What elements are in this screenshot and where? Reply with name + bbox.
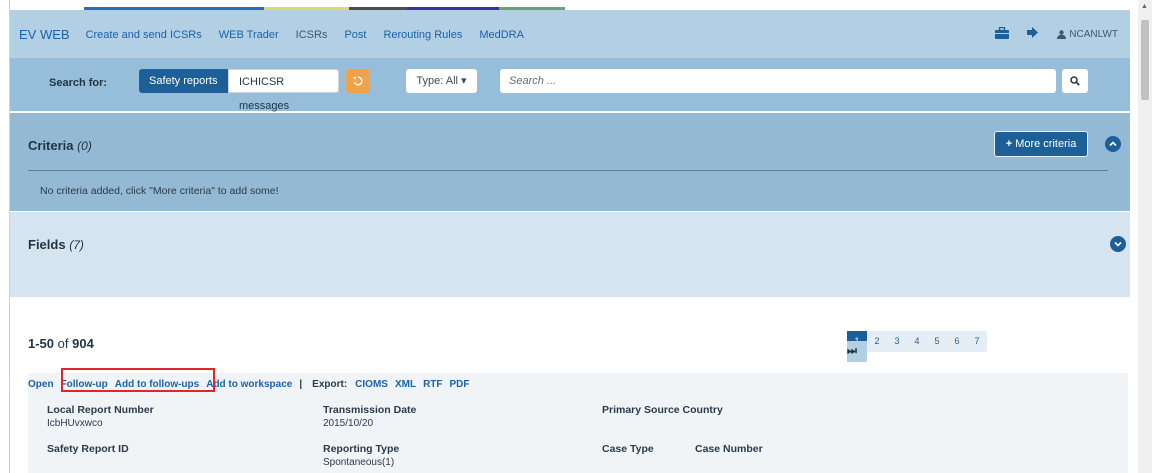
page-2[interactable]: 2 [867,331,887,352]
reporting-type-label: Reporting Type [323,443,400,455]
export-cioms[interactable]: CIOMS [355,379,388,390]
export-rtf[interactable]: RTF [423,379,442,390]
collapse-criteria-button[interactable] [1105,136,1121,152]
fields-panel: Fields (7) [10,212,1130,297]
nav-create-send-icsrs[interactable]: Create and send ICSRs [86,28,202,41]
page-4[interactable]: 4 [907,331,927,352]
export-pdf[interactable]: PDF [450,379,470,390]
chevron-up-icon [1109,141,1117,147]
nav-post[interactable]: Post [344,28,366,41]
criteria-title: Criteria (0) [28,138,92,153]
nav-meddra[interactable]: MedDRA [479,28,524,41]
pagination: ⏮ ❮ 1 2 3 4 5 6 7 ❯ ⏭ [847,331,987,362]
result-of: of [57,336,69,351]
result-total: 904 [72,336,94,351]
primary-source-country-field: Primary Source Country [602,404,723,416]
search-icon [1070,76,1080,86]
search-button[interactable] [1062,69,1088,93]
transmission-date-value: 2015/10/20 [323,418,374,429]
add-to-workspace-action[interactable]: Add to workspace [206,379,292,390]
primary-source-country-label: Primary Source Country [602,404,723,416]
more-criteria-label: More criteria [1015,138,1077,150]
search-bar: Search for: Safety reports ICHICSR messa… [10,58,1130,112]
caret-down-icon: ▾ [461,75,467,87]
reporting-type-field: Reporting Type Spontaneous(1) [323,443,399,468]
safety-report-id-label: Safety Report ID [47,443,129,455]
last-page-button[interactable]: ⏭ [847,341,867,362]
open-action[interactable]: Open [28,379,54,390]
page-6[interactable]: 6 [947,331,967,352]
expand-fields-button[interactable] [1110,236,1126,252]
page-5[interactable]: 5 [927,331,947,352]
case-type-field: Case Type [602,443,654,455]
refresh-icon [353,76,363,86]
local-report-number-value: IcbHUvxwco [47,418,103,429]
app-frame: EV WEB Create and send ICSRs WEB Trader … [9,0,1130,473]
fields-title: Fields (7) [28,237,84,252]
plus-icon: + [1005,138,1013,150]
case-type-label: Case Type [602,443,654,455]
user-menu[interactable]: NCANLWT [1057,29,1118,40]
nav-icsrs[interactable]: ICSRs [296,28,328,41]
reporting-type-value: Spontaneous(1) [323,457,395,468]
nav-rerouting-rules[interactable]: Rerouting Rules [383,28,462,41]
transmission-date-field: Transmission Date 2015/10/20 [323,404,416,429]
criteria-divider [28,170,1108,171]
local-report-number-field: Local Report Number IcbHUvxwco [47,404,154,429]
local-report-number-label: Local Report Number [47,404,154,416]
fields-title-text: Fields [28,237,66,252]
scroll-up-icon[interactable]: ▲ [1141,3,1148,10]
nav-web-trader[interactable]: WEB Trader [219,28,279,41]
brand-link[interactable]: EV WEB [19,27,70,42]
criteria-panel: Criteria (0) + More criteria No criteria… [10,113,1130,211]
chevron-down-icon [1114,241,1122,247]
page-scrollbar[interactable]: ▲ [1138,0,1152,473]
result-range: 1-50 [28,336,55,351]
scrollbar-thumb[interactable] [1141,20,1149,100]
action-separator: | [299,378,303,390]
logout-icon[interactable] [1027,27,1039,41]
nav-right-tools: NCANLWT [995,10,1118,58]
result-count: 1-50 of 904 [28,336,94,351]
ichicsr-messages-toggle[interactable]: ICHICSR messages [228,69,339,112]
follow-up-highlight-box [61,368,215,392]
page-7[interactable]: 7 [967,331,987,352]
user-icon [1057,29,1067,39]
safety-reports-toggle[interactable]: Safety reports [139,69,228,93]
safety-report-id-field: Safety Report ID [47,443,129,455]
type-select-label: Type: All [416,75,458,87]
export-label: Export: [312,378,348,390]
results-list: Open Follow-up Add to follow-ups Add to … [28,368,1128,473]
reset-search-button[interactable] [346,69,370,93]
export-xml[interactable]: XML [395,379,416,390]
case-number-label: Case Number [695,443,763,455]
top-nav: EV WEB Create and send ICSRs WEB Trader … [10,10,1130,58]
criteria-empty-message: No criteria added, click "More criteria"… [40,185,279,197]
briefcase-icon[interactable] [995,26,1010,42]
results-action-bar: Open Follow-up Add to follow-ups Add to … [28,368,477,392]
criteria-count: (0) [77,139,92,153]
fields-count: (7) [69,238,84,252]
transmission-date-label: Transmission Date [323,404,417,416]
more-criteria-button[interactable]: + More criteria [994,131,1088,157]
case-number-field: Case Number [695,443,763,455]
search-for-label: Search for: [49,77,108,89]
type-select[interactable]: Type: All ▾ [406,69,477,93]
criteria-title-text: Criteria [28,138,74,153]
search-input[interactable]: Search ... [500,69,1056,93]
user-name: NCANLWT [1069,28,1118,40]
page-3[interactable]: 3 [887,331,907,352]
